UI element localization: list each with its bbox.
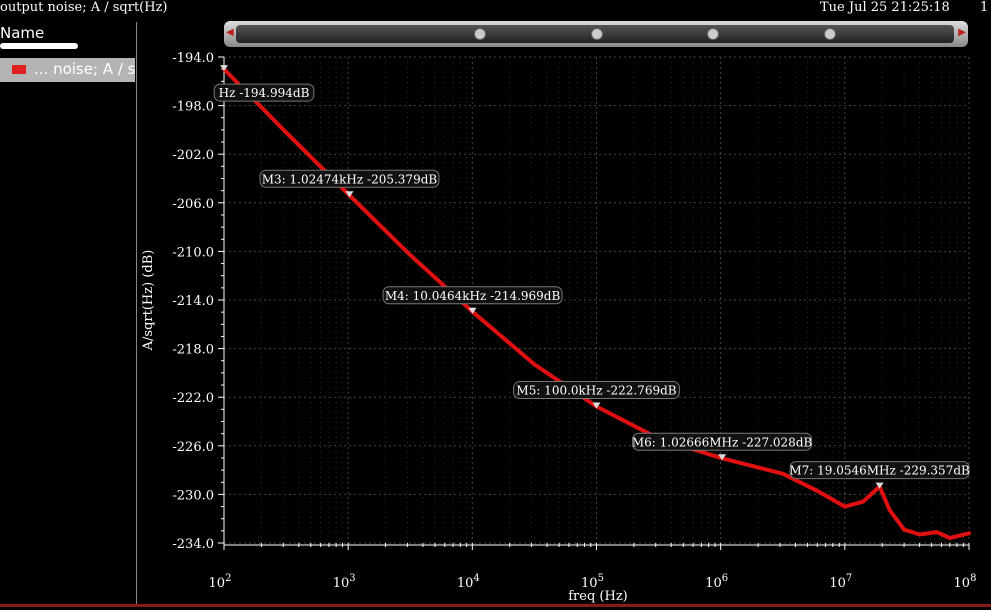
y-tick-label: -234.0 <box>172 537 214 552</box>
y-axis-label: A/sqrt(Hz) (dB) <box>141 250 156 352</box>
x-tick-label: 106 <box>705 573 728 591</box>
marker-callout: M6: 1.02666MHz -227.028dB <box>632 432 813 451</box>
y-tick-label: -226.0 <box>172 440 214 455</box>
y-tick-label: -222.0 <box>172 391 214 406</box>
marker-callout: M4: 10.0464kHz -214.969dB <box>382 286 563 305</box>
marker-label: Hz -194.994dB <box>219 86 310 100</box>
x-tick-label: 102 <box>209 573 232 591</box>
marker-callout: Hz -194.994dB <box>213 83 315 102</box>
y-tick-label: -194.0 <box>172 51 214 66</box>
noise-chart: -194.0 -198.0 -202.0 -206.0 -210.0 -214.0 -218… <box>141 51 976 604</box>
y-tick-label: -210.0 <box>172 245 214 260</box>
marker-label: M6: 1.02666MHz -227.028dB <box>632 435 813 449</box>
y-tick-label: -218.0 <box>172 343 214 358</box>
y-tick-label: -198.0 <box>172 100 214 115</box>
marker-label: M7: 19.0546MHz -229.357dB <box>789 464 970 478</box>
y-tick-label: -230.0 <box>172 488 214 503</box>
marker-label: M5: 100.0kHz -222.769dB <box>516 384 676 398</box>
axes: -194.0 -198.0 -202.0 -206.0 -210.0 -214.0 -218… <box>172 51 976 591</box>
x-tick-label: 103 <box>333 573 356 591</box>
y-tick-label: -214.0 <box>172 294 214 309</box>
y-tick-label: -202.0 <box>172 148 214 163</box>
y-tick-label: -206.0 <box>172 197 214 212</box>
marker-callout: M5: 100.0kHz -222.769dB <box>513 381 680 400</box>
x-tick-label: 107 <box>829 573 852 591</box>
bottom-border <box>0 604 991 607</box>
marker-callout: M7: 19.0546MHz -229.357dB <box>789 461 970 480</box>
markers-layer: Hz -194.994dB M3: 1.02474kHz -205.379dB M4… <box>213 65 970 489</box>
marker-callout: M3: 1.02474kHz -205.379dB <box>259 169 440 188</box>
marker-label: M3: 1.02474kHz -205.379dB <box>262 172 438 186</box>
marker-label: M4: 10.0464kHz -214.969dB <box>385 289 561 303</box>
x-tick-label: 104 <box>457 573 480 591</box>
x-axis-label: freq (Hz) <box>568 589 628 604</box>
x-tick-label: 108 <box>954 573 977 591</box>
